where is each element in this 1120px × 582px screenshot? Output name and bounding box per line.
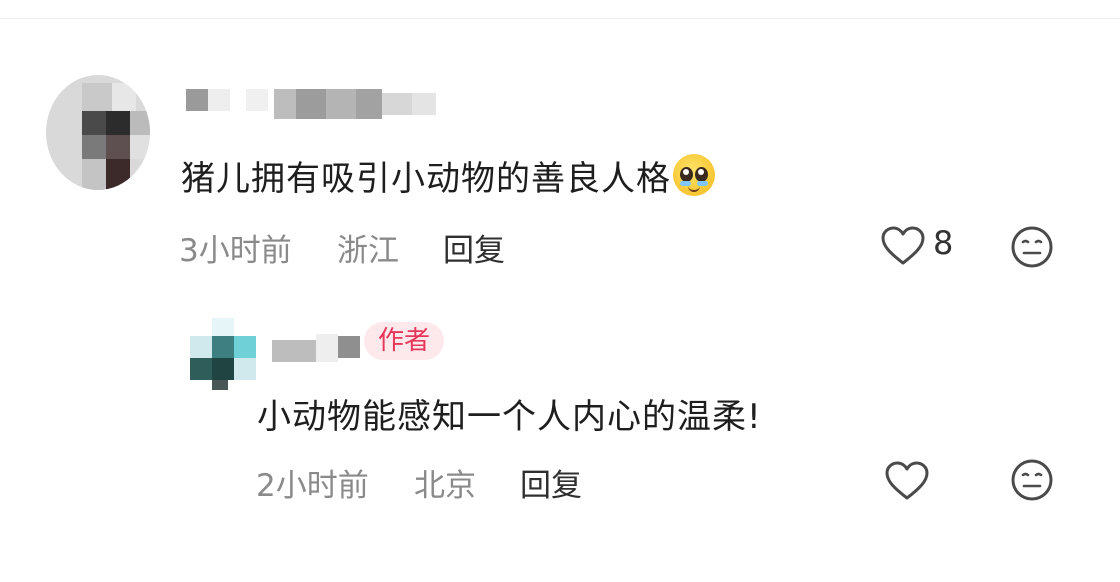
commenter-username[interactable] — [186, 85, 446, 121]
comment-text: 猪儿拥有吸引小动物的善良人格 — [181, 151, 715, 200]
comment-text-content: 猪儿拥有吸引小动物的善良人格 — [181, 159, 671, 199]
commenter-avatar[interactable] — [46, 75, 150, 190]
comment-location: 浙江 — [337, 233, 399, 269]
comment-time: 3小时前 — [179, 233, 292, 269]
top-divider — [0, 18, 1120, 19]
heart-outline-icon[interactable] — [884, 460, 930, 502]
neutral-face-icon[interactable] — [1010, 458, 1054, 502]
pleading-face-emoji — [673, 154, 715, 196]
reply-reply-button[interactable]: 回复 — [520, 460, 582, 505]
neutral-face-icon[interactable] — [1010, 225, 1054, 269]
like-count: 8 — [933, 224, 954, 262]
reply-location: 北京 — [414, 468, 476, 504]
author-badge: 作者 — [364, 322, 445, 360]
author-avatar[interactable] — [190, 318, 260, 390]
reply-text: 小动物能感知一个人内心的温柔! — [257, 397, 762, 437]
heart-outline-icon[interactable] — [880, 225, 926, 267]
author-username[interactable] — [272, 328, 362, 364]
comment-reply-button[interactable]: 回复 — [443, 225, 505, 270]
reply-time: 2小时前 — [256, 468, 369, 504]
